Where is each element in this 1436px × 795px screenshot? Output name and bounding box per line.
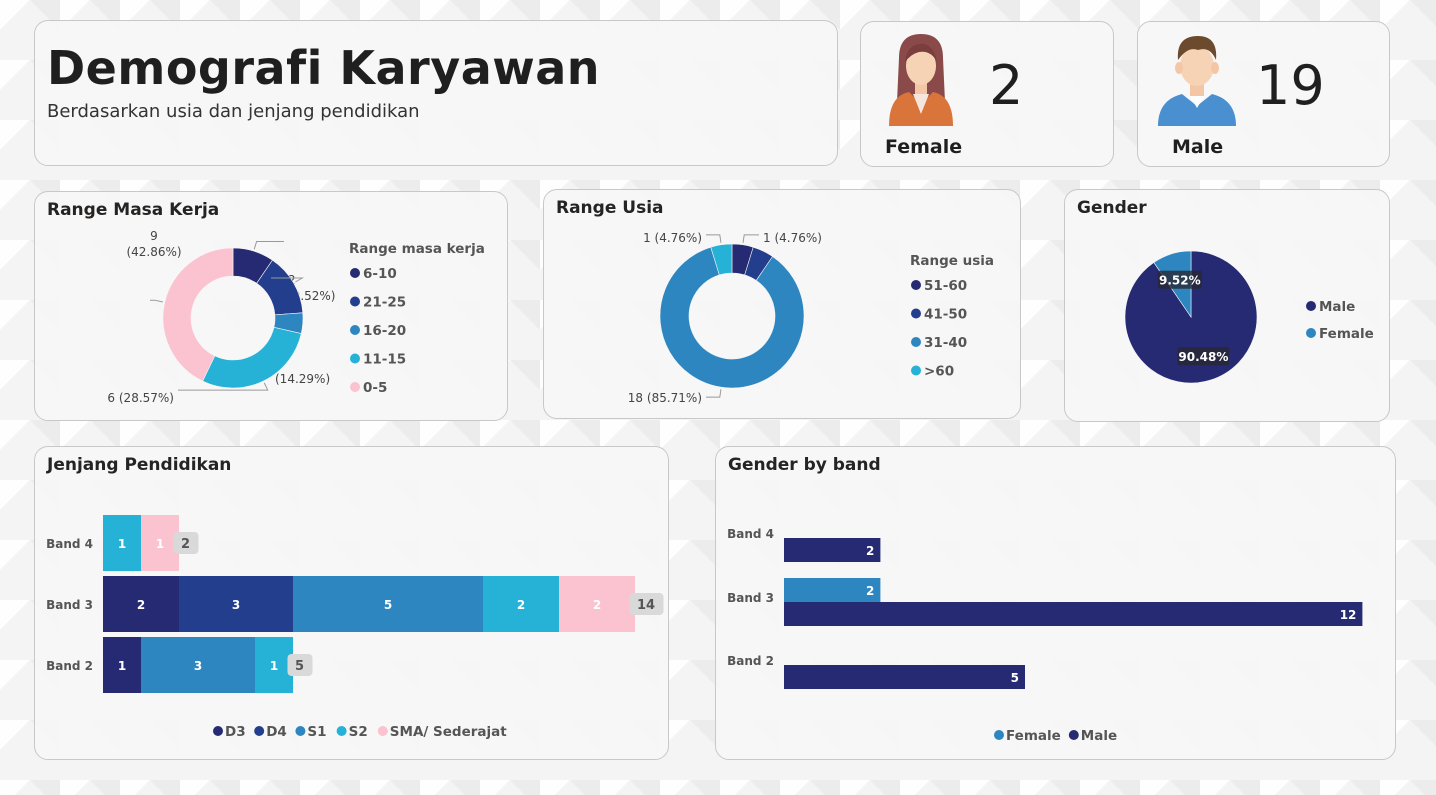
legend-marker-51-60 bbox=[911, 280, 921, 290]
male-label: Male bbox=[1172, 136, 1224, 158]
legend-marker-female bbox=[1306, 328, 1316, 338]
masa-kerja-card: Range Masa Kerja 2(9.52%)3(14.29%)6 (28.… bbox=[34, 191, 508, 421]
legend-marker-41-50 bbox=[911, 308, 921, 319]
data-label-21-25-pct: (14.29%) bbox=[275, 372, 330, 386]
legend-item-6-10: 6-10 bbox=[363, 266, 397, 282]
female-avatar-icon bbox=[889, 34, 953, 126]
bar-label-s1-band-3: 5 bbox=[384, 598, 392, 612]
axis-tick-band-2: Band 2 bbox=[727, 654, 774, 668]
female-count: 2 bbox=[989, 54, 1024, 117]
legend-marker-d3 bbox=[213, 726, 223, 736]
gender-band-card: Gender by band Band 4 2 Band 3 2 12 Band 2 5 Fe… bbox=[715, 446, 1396, 760]
legend-marker-s2 bbox=[336, 726, 347, 736]
legend-marker-s1 bbox=[295, 726, 306, 736]
bar-male-band-3 bbox=[784, 602, 1363, 626]
legend-item-16-20: 16-20 bbox=[363, 323, 406, 339]
pendidikan-chart: Band 4 1 1 2 Band 3 2 3 5 2 2 14 Band 2 1 3 1 5 D3 D4 S1 S2… bbox=[46, 515, 664, 740]
female-kpi-card[interactable]: 2 Female bbox=[860, 21, 1114, 167]
data-label-11-15: 6 (28.57%) bbox=[107, 391, 174, 405]
legend-marker-female bbox=[994, 730, 1004, 740]
male-count: 19 bbox=[1256, 54, 1325, 117]
total-label-band-3: 14 bbox=[637, 598, 655, 613]
legend-item-41-50: 41-50 bbox=[924, 307, 967, 323]
bar-label-sma-sederajat-band-3: 2 bbox=[593, 598, 601, 612]
masa-kerja-chart: 2(9.52%)3(14.29%)6 (28.57%)9(42.86%)Rang… bbox=[107, 229, 485, 405]
female-label: Female bbox=[885, 136, 963, 158]
bar-label-s1-band-2: 3 bbox=[194, 659, 202, 673]
legend-item-sma-sederajat: SMA/ Sederajat bbox=[390, 724, 507, 740]
usia-chart: 1 (4.76%) 18 (85.71%) 1 (4.76%) Range usia 5… bbox=[628, 231, 994, 405]
axis-tick-band-3: Band 3 bbox=[46, 598, 93, 612]
legend-marker-sma-sederajat bbox=[377, 726, 388, 736]
total-label-band-2: 5 bbox=[295, 659, 304, 674]
bar-male-band-2 bbox=[784, 665, 1025, 689]
page-title: Demografi Karyawan bbox=[47, 41, 601, 95]
male-kpi-card[interactable]: 19 Male bbox=[1137, 21, 1390, 167]
legend-item-d4: D4 bbox=[266, 724, 287, 740]
leader-line-31-40 bbox=[706, 389, 722, 398]
legend-item-s2: S2 bbox=[349, 724, 368, 740]
total-label-band-4: 2 bbox=[181, 537, 190, 552]
data-label-60: 1 (4.76%) bbox=[643, 231, 702, 245]
axis-tick-band-4: Band 4 bbox=[46, 537, 93, 551]
legend-item-11-15: 11-15 bbox=[363, 352, 406, 368]
legend-marker-male bbox=[1306, 301, 1316, 311]
legend-item-female: Female bbox=[1006, 728, 1061, 744]
legend-item-male: Male bbox=[1081, 728, 1117, 744]
bar-label-s2-band-4: 1 bbox=[118, 537, 126, 551]
leader-line-60 bbox=[706, 234, 722, 243]
legend-marker-60 bbox=[911, 365, 921, 376]
gender-band-chart: Band 4 2 Band 3 2 12 Band 2 5 Female Male bbox=[727, 527, 1363, 744]
legend-item-21-25: 21-25 bbox=[363, 295, 406, 311]
legend-item-d3: D3 bbox=[225, 724, 246, 740]
bar-label-female-band-3: 2 bbox=[866, 584, 874, 598]
bar-label-d3-band-2: 1 bbox=[118, 659, 126, 673]
bar-label-d3-band-3: 2 bbox=[137, 598, 145, 612]
legend-item-51-60: 51-60 bbox=[924, 278, 967, 294]
legend-marker-31-40 bbox=[911, 337, 921, 347]
data-label-51-60: 1 (4.76%) bbox=[763, 231, 822, 245]
legend-title: Range masa kerja bbox=[349, 241, 485, 257]
legend-item-31-40: 31-40 bbox=[924, 335, 967, 351]
legend-marker-16-20 bbox=[350, 325, 360, 335]
usia-card: Range Usia 1 (4.76%) 18 (85.71%) 1 (4.76%)… bbox=[543, 189, 1021, 419]
legend-marker-21-25 bbox=[350, 296, 360, 307]
gender-card: Gender 90.48% 9.52% Male Female bbox=[1064, 189, 1390, 422]
legend-title: Range usia bbox=[910, 253, 994, 269]
data-label-0-5: 9 bbox=[150, 229, 158, 243]
legend-marker-0-5 bbox=[350, 382, 360, 392]
bar-label-d4-band-3: 3 bbox=[232, 598, 240, 612]
axis-tick-band-2: Band 2 bbox=[46, 659, 93, 673]
header-card: Demografi Karyawan Berdasarkan usia dan … bbox=[34, 20, 838, 166]
data-label-31-40: 18 (85.71%) bbox=[628, 391, 702, 405]
legend-item-female: Female bbox=[1319, 326, 1374, 342]
gender-chart: 90.48% 9.52% Male Female bbox=[1124, 250, 1374, 384]
bar-label-male-band-4: 2 bbox=[866, 544, 874, 558]
legend-marker-6-10 bbox=[350, 268, 360, 278]
male-avatar-icon bbox=[1158, 36, 1236, 126]
data-label-female: 9.52% bbox=[1159, 274, 1201, 288]
bar-label-s2-band-3: 2 bbox=[517, 598, 525, 612]
axis-tick-band-4: Band 4 bbox=[727, 527, 774, 541]
legend-item-male: Male bbox=[1319, 299, 1355, 315]
pendidikan-card: Jenjang Pendidikan Band 4 1 1 2 Band 3235221… bbox=[34, 446, 669, 760]
bar-label-male-band-2: 5 bbox=[1011, 671, 1019, 685]
legend-marker-d4 bbox=[254, 726, 265, 736]
legend-item-0-5: 0-5 bbox=[363, 380, 387, 396]
data-label-0-5-pct: (42.86%) bbox=[126, 245, 181, 259]
legend-item-s1: S1 bbox=[307, 724, 326, 740]
bar-label-s2-band-2: 1 bbox=[270, 659, 278, 673]
leader-line-0-5 bbox=[150, 299, 163, 303]
legend-marker-11-15 bbox=[350, 353, 360, 364]
axis-tick-band-3: Band 3 bbox=[727, 591, 774, 605]
legend-item-60: >60 bbox=[924, 364, 954, 380]
leader-line-51-60 bbox=[742, 234, 759, 243]
data-label-male: 90.48% bbox=[1178, 350, 1228, 364]
leader-line-6-10 bbox=[253, 241, 284, 250]
legend-marker-male bbox=[1068, 730, 1079, 740]
page-subtitle: Berdasarkan usia dan jenjang pendidikan bbox=[47, 101, 420, 122]
bar-label-sma-sederajat-band-4: 1 bbox=[156, 537, 164, 551]
bar-label-male-band-3: 12 bbox=[1340, 608, 1357, 622]
